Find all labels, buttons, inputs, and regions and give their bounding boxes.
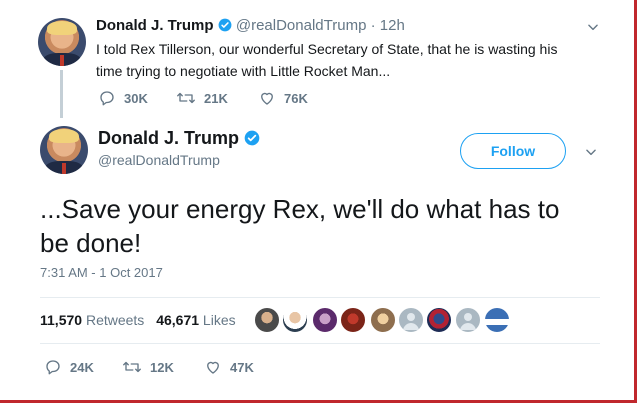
liker-avatar[interactable] [282,307,308,333]
main-like-button[interactable]: 47K [204,358,254,376]
chevron-down-icon[interactable] [584,145,598,159]
likes-stat[interactable]: 46,671 Likes [156,312,235,328]
liker-avatar-default[interactable] [455,307,481,333]
parent-tweet-text-line: time trying to negotiate with Little Roc… [96,63,391,79]
tweet-stats: 11,570 Retweets 46,671 Likes [40,312,236,328]
main-tweet-avatar[interactable] [40,126,88,174]
liker-avatar[interactable] [312,307,338,333]
tweet-timestamp[interactable]: 7:31 AM - 1 Oct 2017 [40,265,163,280]
parent-retweet-count: 21K [204,90,228,106]
parent-tweet-name[interactable]: Donald J. Trump [96,17,214,34]
parent-tweet-time[interactable]: 12h [380,17,405,34]
liker-avatar[interactable] [254,307,280,333]
main-tweet-text: ...Save your energy Rex, we'll do what h… [40,192,559,260]
retweet-icon [122,358,142,376]
main-retweet-button[interactable]: 12K [122,358,174,376]
parent-like-button[interactable]: 76K [258,89,308,107]
thread-connector-line [60,70,63,118]
parent-tweet-text-line: I told Rex Tillerson, our wonderful Secr… [96,41,558,57]
stats-divider-top [40,297,600,298]
retweet-icon [176,89,196,107]
main-tweet-text-line: ...Save your energy Rex, we'll do what h… [40,194,560,224]
like-icon [258,89,276,107]
reply-icon [98,89,116,107]
like-icon [204,358,222,376]
chevron-down-icon[interactable] [586,20,600,34]
main-tweet-text-line: be done! [40,228,142,258]
parent-tweet-avatar[interactable] [38,18,86,66]
liker-avatar-default[interactable] [398,307,424,333]
main-tweet-handle[interactable]: @realDonaldTrump [98,152,220,168]
liker-avatar[interactable] [426,307,452,333]
main-retweet-count: 12K [150,359,174,375]
retweets-label: Retweets [85,312,145,328]
parent-tweet-text: I told Rex Tillerson, our wonderful Secr… [96,38,557,82]
main-tweet-name-row: Donald J. Trump [98,128,260,151]
liker-avatar[interactable] [370,307,396,333]
verified-badge-icon [218,18,232,36]
parent-retweet-button[interactable]: 21K [176,89,228,107]
main-reply-button[interactable]: 24K [44,358,94,376]
parent-reply-count: 30K [124,90,148,106]
liker-avatar[interactable] [484,307,510,333]
verified-badge-icon [244,130,260,151]
follow-button[interactable]: Follow [460,133,566,169]
likes-label: Likes [202,312,236,328]
main-reply-count: 24K [70,359,94,375]
stats-divider-bottom [40,343,600,344]
parent-like-count: 76K [284,90,308,106]
parent-tweet-separator: · [370,17,376,34]
retweets-stat[interactable]: 11,570 Retweets [40,312,148,328]
likes-count: 46,671 [156,312,200,328]
liker-avatar[interactable] [340,307,366,333]
reply-icon [44,358,62,376]
main-tweet-name[interactable]: Donald J. Trump [98,128,239,148]
retweets-count: 11,570 [40,312,83,328]
main-like-count: 47K [230,359,254,375]
parent-reply-button[interactable]: 30K [98,89,148,107]
parent-tweet-handle[interactable]: @realDonaldTrump [236,17,367,34]
parent-tweet-header: Donald J. Trump @realDonaldTrump · 12h [96,17,405,36]
